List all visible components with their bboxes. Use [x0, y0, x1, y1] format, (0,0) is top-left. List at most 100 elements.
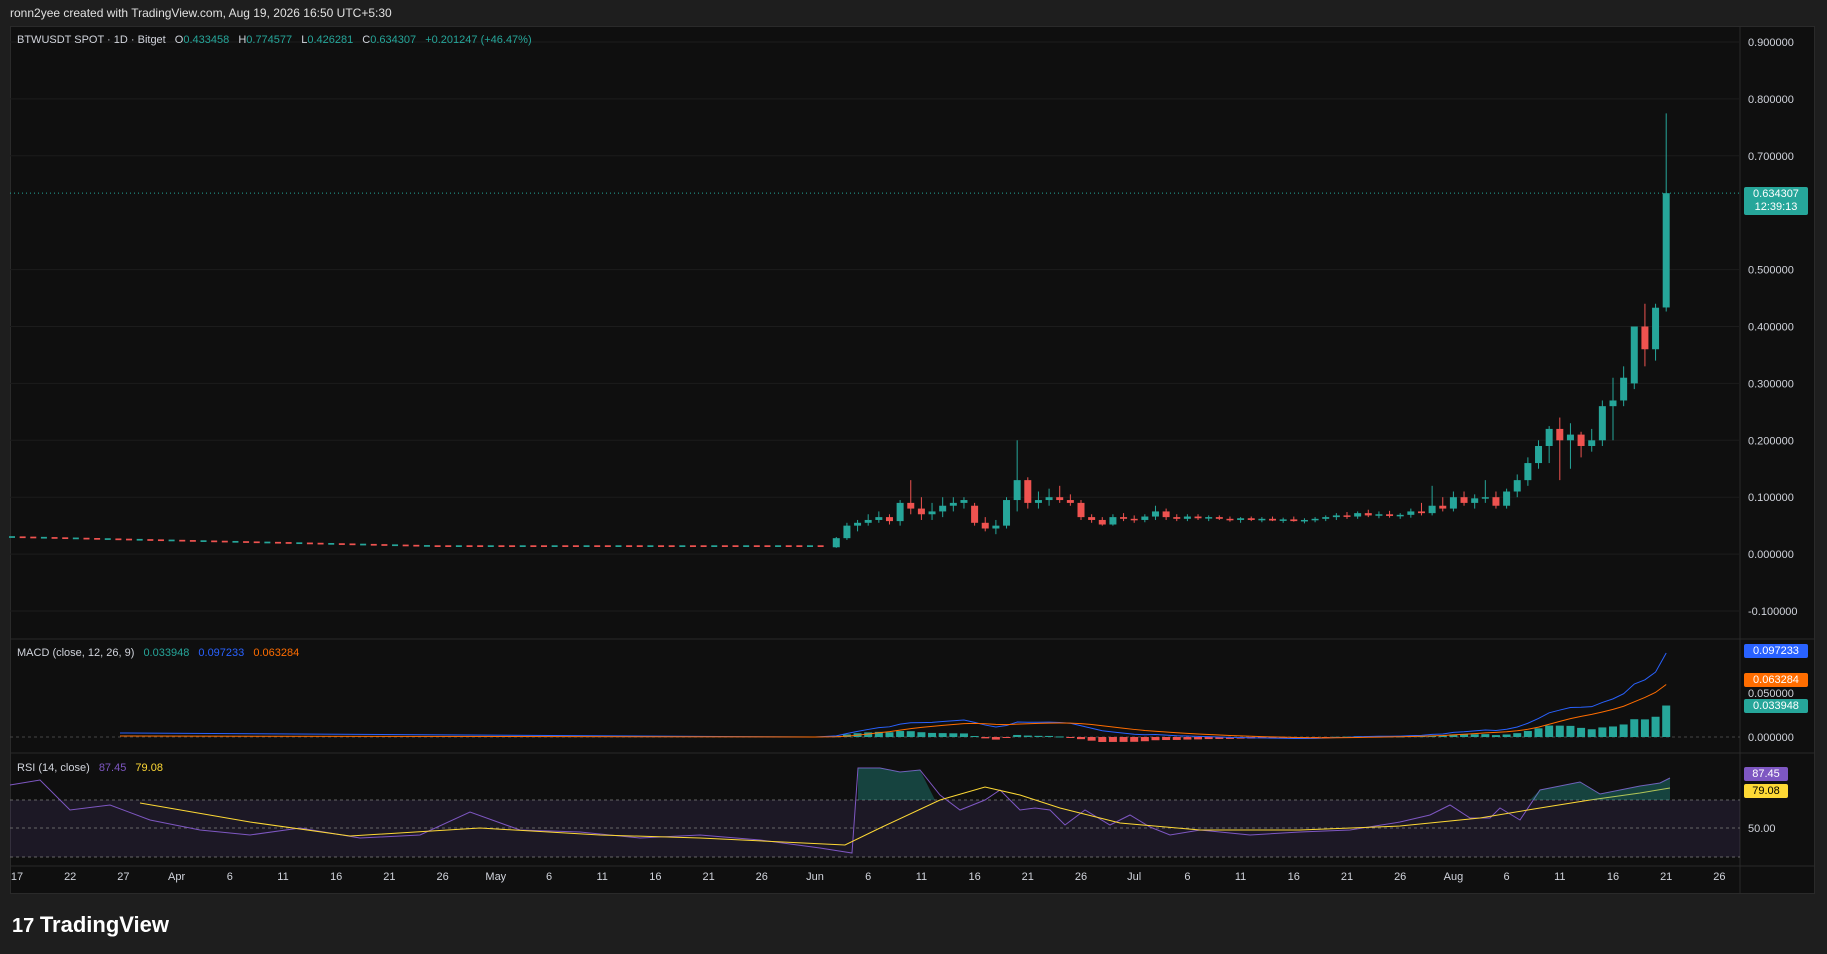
candle-early: [211, 540, 218, 543]
candle-body: [1460, 497, 1468, 503]
candle-body: [1162, 511, 1170, 518]
x-tick-label: 21: [1022, 871, 1034, 883]
candle-body: [1566, 434, 1574, 441]
candle-body: [1396, 514, 1404, 517]
x-tick-label: 26: [756, 871, 768, 883]
candle-early: [764, 545, 771, 547]
candle-body: [907, 502, 915, 509]
macd-hist-bar: [1502, 734, 1511, 737]
macd-title[interactable]: MACD (close, 12, 26, 9): [17, 647, 134, 659]
hist-badge: 0.033948: [1744, 699, 1808, 713]
candle-early: [19, 536, 26, 539]
candle-body: [896, 502, 904, 522]
candle-early: [72, 537, 79, 540]
candle-early: [179, 539, 186, 542]
macd-legend: MACD (close, 12, 26, 9) 0.033948 0.09723…: [17, 647, 305, 659]
x-tick-label: 11: [1235, 871, 1246, 883]
candle-body: [1130, 518, 1138, 521]
candle-body: [1311, 518, 1319, 521]
candle-early: [296, 542, 303, 545]
macd-hist-bar: [906, 731, 915, 737]
signal-line: [119, 684, 1667, 739]
rsi-title[interactable]: RSI (14, close): [17, 762, 90, 774]
candle-early: [423, 545, 430, 547]
candle-early: [402, 544, 409, 547]
macd-hist-bar: [1002, 737, 1011, 738]
brand-name: TradingView: [39, 912, 169, 937]
candle-body: [992, 525, 1000, 529]
macd-badge: 0.097233: [1744, 644, 1808, 658]
rsi-ma-value: 79.08: [135, 762, 163, 774]
candle-early: [83, 537, 90, 540]
candle-early: [370, 543, 377, 546]
candle-body: [1588, 440, 1596, 446]
candle-early: [711, 545, 718, 547]
candle-early: [392, 544, 399, 547]
macd-hist-bar: [1194, 737, 1203, 740]
x-tick-label: 22: [64, 871, 76, 883]
x-tick-label: 17: [11, 871, 23, 883]
candle-early: [689, 545, 696, 547]
candle-early: [189, 540, 196, 542]
candle-body: [1290, 519, 1298, 522]
macd-hist-bar: [1204, 737, 1213, 740]
macd-line: [119, 652, 1667, 739]
candle-early: [658, 545, 665, 547]
x-tick-label: 21: [1660, 871, 1672, 883]
candle-body: [939, 505, 947, 512]
price-badge-value: 0.634307: [1753, 188, 1799, 200]
candle-early: [455, 545, 462, 547]
macd-hist-bar: [1077, 737, 1085, 740]
x-tick-label: 11: [916, 871, 927, 883]
macd-hist-bar: [1481, 734, 1490, 737]
symbol-label[interactable]: BTWUSDT SPOT · 1D · Bitget: [17, 34, 166, 46]
x-tick-label: 11: [277, 871, 288, 883]
macd-hist-bar: [1640, 719, 1649, 737]
candle-body: [1269, 518, 1277, 521]
candle-early: [40, 536, 47, 539]
candle-body: [1620, 377, 1628, 401]
candle-body: [917, 508, 925, 515]
candle-body: [1354, 513, 1362, 517]
candle-early: [104, 538, 111, 540]
candle-early: [796, 545, 803, 547]
macd-hist-bar: [1183, 737, 1192, 740]
candle-body: [1375, 514, 1383, 516]
candle-body: [832, 538, 840, 548]
tradingview-logo[interactable]: 17 TradingView: [12, 912, 169, 938]
candle-body: [1077, 502, 1085, 518]
macd-hist-bar: [1130, 737, 1139, 742]
macd-hist-bar: [1140, 737, 1149, 742]
candle-body: [1513, 480, 1521, 492]
chart-svg[interactable]: 0.900000 0.800000 0.700000 0.500000 0.400000…: [0, 0, 1827, 954]
candle-early: [317, 542, 324, 545]
macd-hist-bar: [1651, 716, 1660, 737]
candle-body: [1066, 500, 1074, 503]
candle-body: [1300, 519, 1308, 522]
candle-early: [243, 541, 250, 543]
candle-body: [1609, 400, 1617, 407]
candle-body: [1577, 434, 1585, 446]
candle-early: [498, 545, 505, 547]
macd-line-value: 0.097233: [198, 647, 245, 659]
x-tick-label: 16: [1288, 871, 1300, 883]
candle-body: [928, 511, 936, 515]
candle-body: [1471, 498, 1479, 503]
candle-body: [1247, 518, 1255, 520]
candle-early: [477, 545, 484, 547]
candle-early: [594, 545, 601, 547]
candle-early: [732, 545, 739, 547]
x-tick-label: 16: [1607, 871, 1619, 883]
candle-early: [743, 545, 750, 547]
x-tick-label: 21: [702, 871, 714, 883]
price-tick-label: 0.300000: [1748, 378, 1794, 390]
macd-hist-bar: [959, 733, 968, 737]
macd-hist-bar: [1045, 735, 1054, 737]
price-badge: 0.634307 12:39:13: [1744, 187, 1808, 215]
macd-hist-bar: [938, 733, 947, 737]
candle-early: [721, 545, 728, 547]
candle-body: [1098, 519, 1106, 525]
macd-hist-bar: [1066, 737, 1075, 738]
x-tick-label: 21: [383, 871, 395, 883]
candle-early: [360, 543, 367, 546]
